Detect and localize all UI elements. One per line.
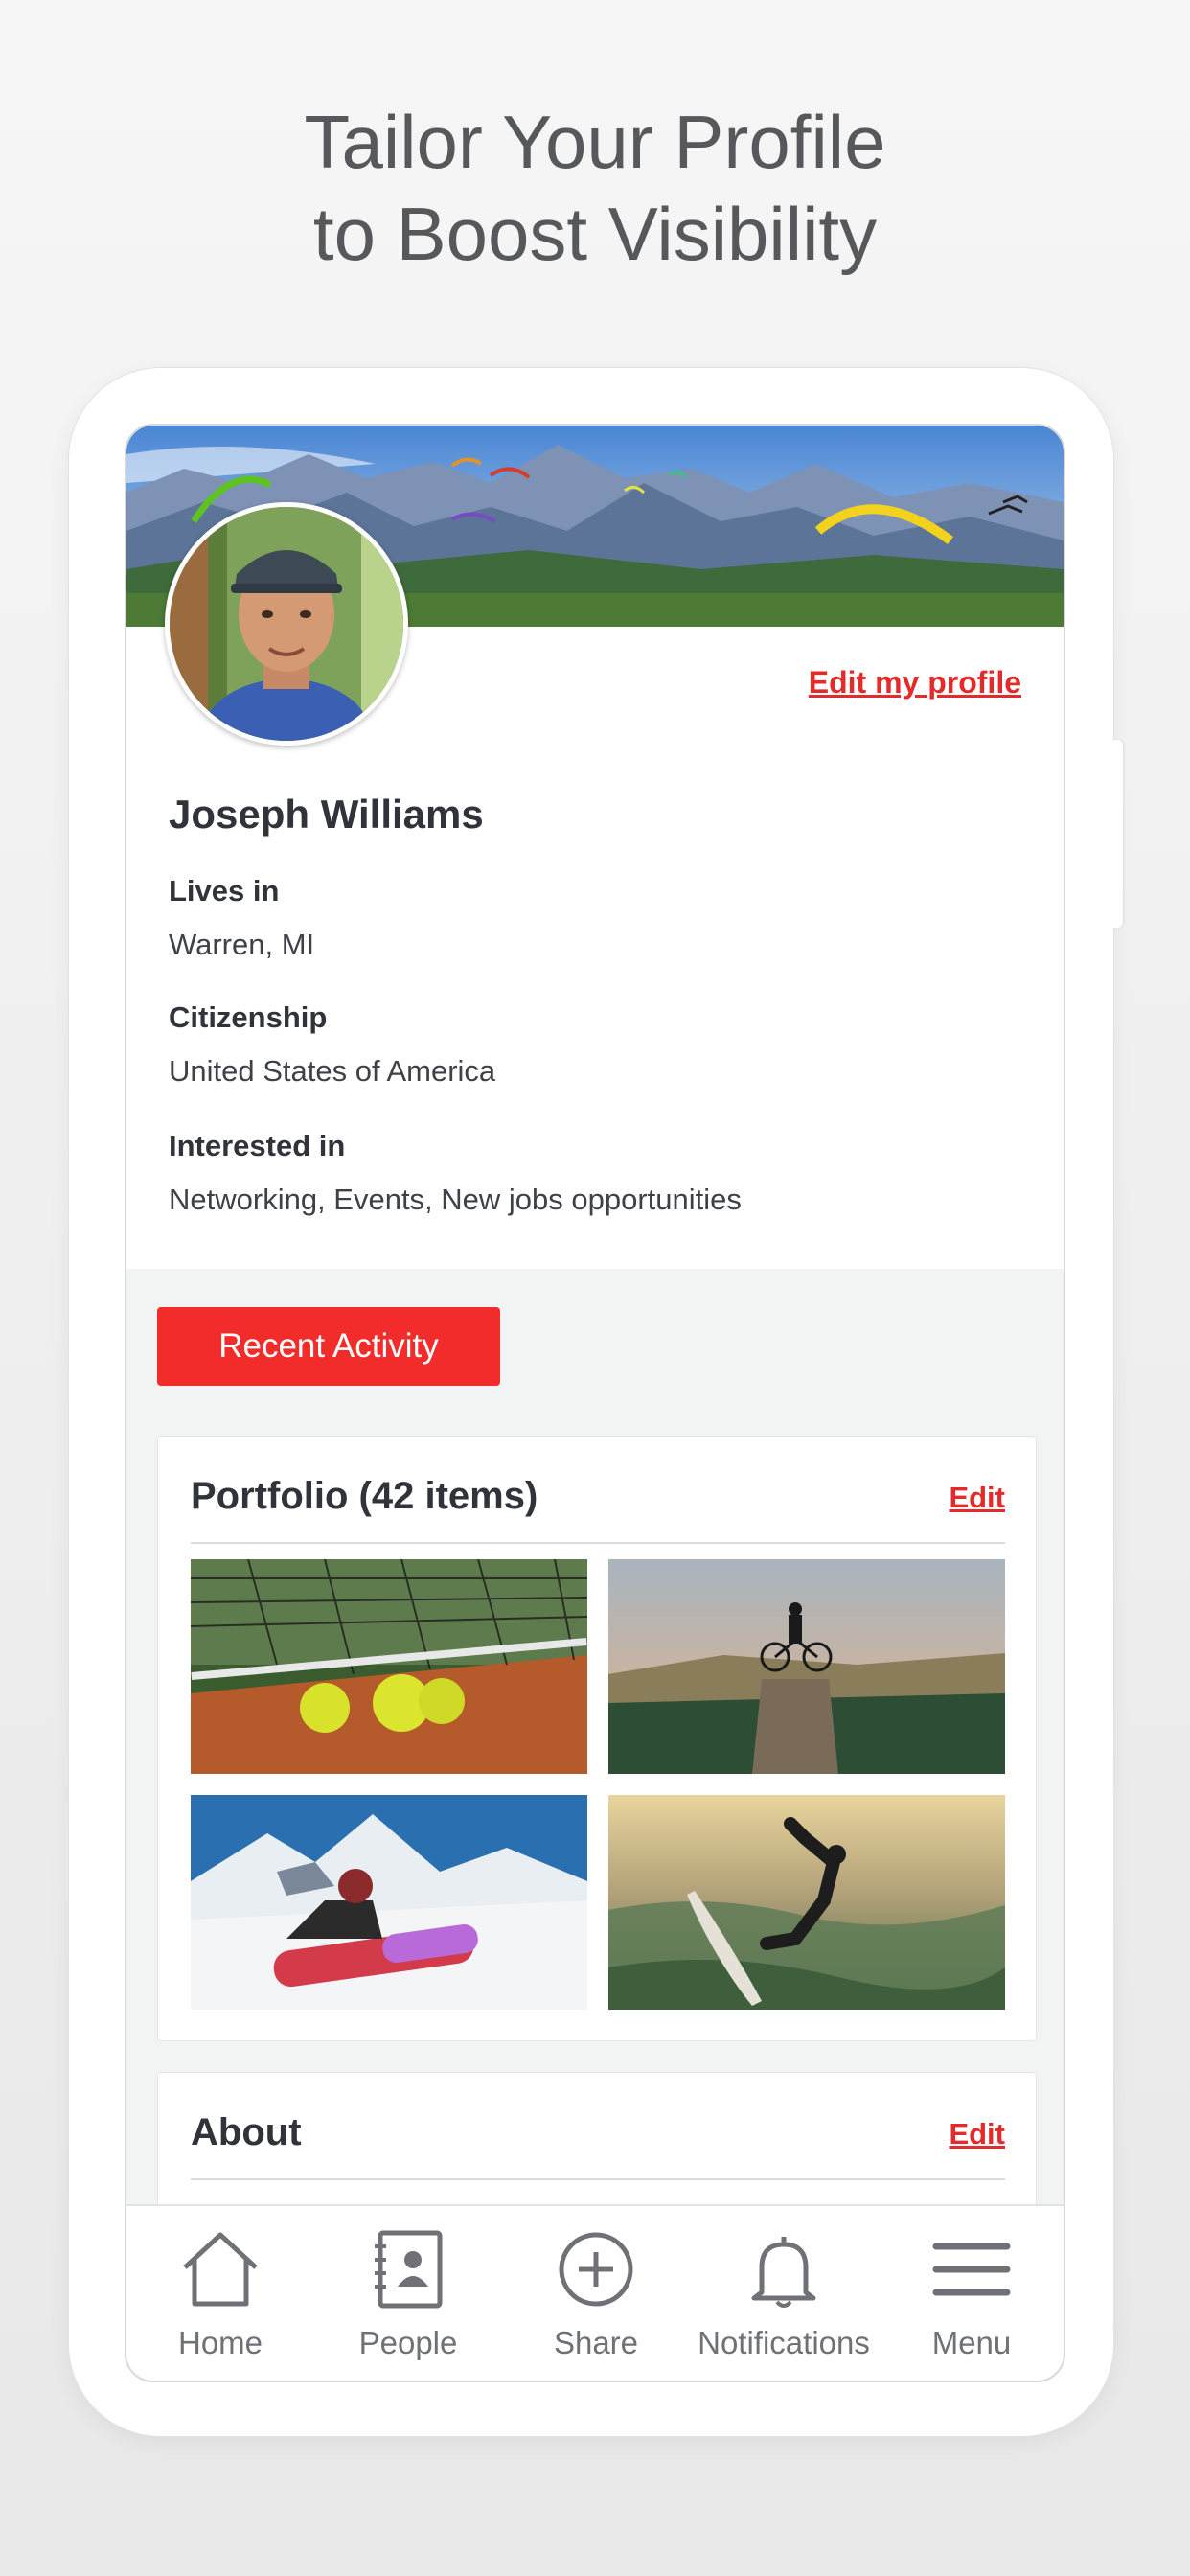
tab-share[interactable]: Share — [502, 2229, 690, 2373]
tab-people[interactable]: People — [314, 2229, 502, 2373]
portfolio-title: Portfolio (42 items) — [191, 1475, 538, 1517]
portfolio-photo-snowboarder[interactable] — [191, 1795, 587, 2010]
tab-share-label: Share — [553, 2325, 639, 2360]
portfolio-photo-cyclist[interactable] — [608, 1559, 1005, 1774]
portfolio-divider — [191, 1542, 1005, 1544]
profile-avatar[interactable] — [165, 502, 408, 746]
edit-profile-link[interactable]: Edit my profile — [809, 665, 1021, 701]
portfolio-edit-link[interactable]: Edit — [949, 1481, 1005, 1515]
lives-in-label: Lives in — [169, 874, 280, 908]
profile-name: Joseph Williams — [169, 792, 484, 837]
tab-people-label: People — [358, 2325, 458, 2360]
recent-activity-button[interactable]: Recent Activity — [157, 1307, 500, 1386]
marketing-headline: Tailor Your Profile to Boost Visibility — [0, 96, 1190, 280]
hamburger-menu-icon — [932, 2242, 1011, 2296]
bell-icon — [751, 2237, 816, 2308]
lives-in-value: Warren, MI — [169, 928, 315, 961]
portfolio-photo-tennis[interactable] — [191, 1559, 587, 1774]
citizenship-label: Citizenship — [169, 1000, 328, 1034]
home-icon — [183, 2232, 258, 2307]
about-title: About — [191, 2111, 302, 2153]
tab-notifications-label: Notifications — [698, 2325, 870, 2360]
tab-home[interactable]: Home — [126, 2229, 314, 2373]
about-edit-link[interactable]: Edit — [949, 2117, 1005, 2151]
profile-card: Edit my profile Joseph Williams Lives in… — [126, 426, 1064, 1269]
contacts-icon — [375, 2230, 443, 2309]
tab-home-label: Home — [177, 2325, 263, 2360]
tab-menu-label: Menu — [931, 2325, 1012, 2360]
bottom-tab-bar: Home People Share Notifications Menu — [126, 2204, 1064, 2380]
citizenship-value: United States of America — [169, 1054, 496, 1088]
app-screen: Edit my profile Joseph Williams Lives in… — [125, 424, 1065, 2382]
headline-line-2: to Boost Visibility — [312, 192, 878, 276]
tab-notifications[interactable]: Notifications — [690, 2229, 878, 2373]
portfolio-section: Portfolio (42 items) Edit — [157, 1436, 1037, 2041]
portfolio-photo-surfer[interactable] — [608, 1795, 1005, 2010]
tab-menu[interactable]: Menu — [878, 2229, 1064, 2373]
interested-in-label: Interested in — [169, 1129, 346, 1162]
phone-side-button — [1113, 740, 1123, 928]
headline-line-1: Tailor Your Profile — [304, 100, 886, 184]
about-divider — [191, 2178, 1005, 2180]
interested-in-value: Networking, Events, New jobs opportuniti… — [169, 1183, 742, 1216]
plus-circle-icon — [559, 2232, 633, 2307]
